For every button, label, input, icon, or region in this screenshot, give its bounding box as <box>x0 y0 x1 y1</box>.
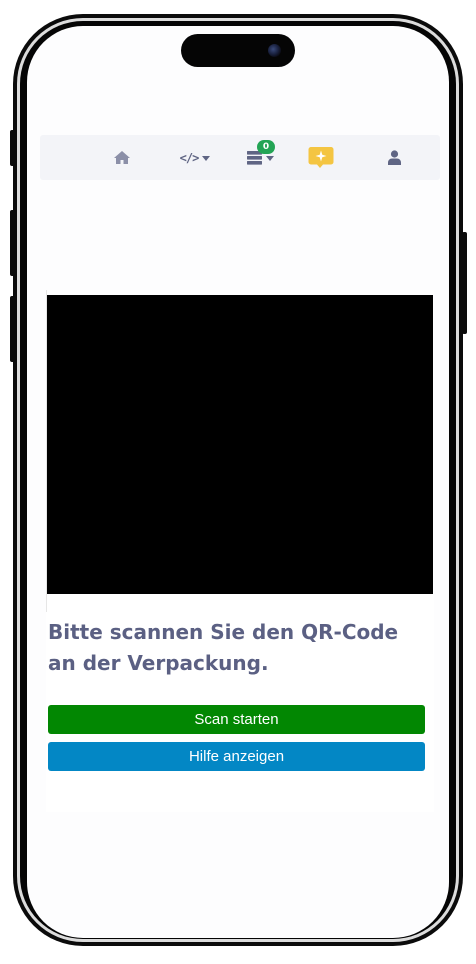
nav-user-profile[interactable] <box>378 135 410 180</box>
show-help-button[interactable]: Hilfe anzeigen <box>48 742 425 771</box>
user-icon <box>387 150 401 165</box>
nav-assistant[interactable] <box>304 135 338 180</box>
nav-home[interactable] <box>106 135 138 180</box>
power-button <box>462 232 467 334</box>
top-navbar: </> 0 <box>40 135 440 180</box>
phone-screen: </> 0 Bitte scannen Sie den QR-Code an d… <box>27 26 449 938</box>
volume-down-button <box>10 296 15 362</box>
front-camera <box>268 44 281 57</box>
start-scan-button[interactable]: Scan starten <box>48 705 425 734</box>
chevron-down-icon <box>202 156 211 161</box>
home-icon <box>114 151 130 164</box>
chat-sparkle-icon <box>308 146 334 168</box>
scan-instruction: Bitte scannen Sie den QR-Code an der Ver… <box>48 620 399 675</box>
chevron-down-icon <box>265 156 274 161</box>
code-icon: </> <box>179 150 200 165</box>
action-button <box>10 130 15 166</box>
qr-scanner-panel: Bitte scannen Sie den QR-Code an der Ver… <box>46 290 434 812</box>
nav-code-dropdown[interactable]: </> <box>174 135 216 180</box>
camera-preview <box>47 295 433 594</box>
volume-up-button <box>10 210 15 276</box>
dynamic-island <box>181 34 295 67</box>
notification-count-badge: 0 <box>257 140 275 154</box>
